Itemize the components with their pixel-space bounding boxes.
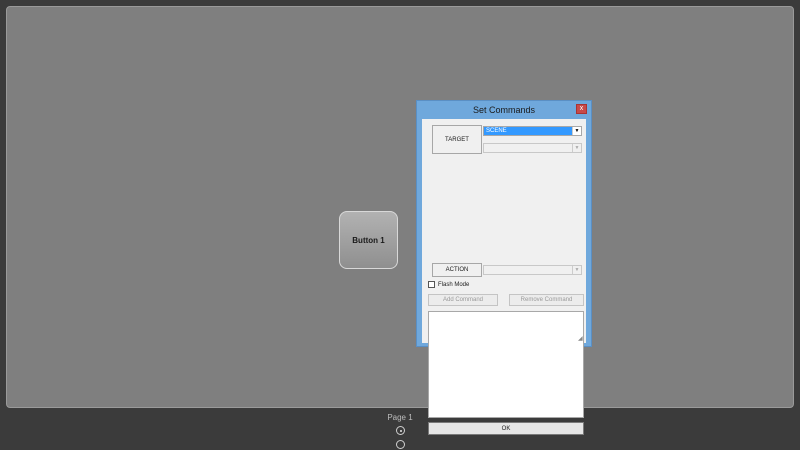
action-label: ACTION	[445, 267, 469, 273]
add-command-label: Add Command	[442, 297, 484, 303]
ok-button[interactable]: OK	[428, 422, 584, 435]
target-select-value: SCENE	[484, 127, 572, 135]
chevron-down-icon[interactable]: ▼	[572, 144, 581, 152]
page-canvas	[6, 6, 794, 408]
flash-mode-checkbox[interactable]	[428, 281, 435, 288]
target-sub-select[interactable]: ▼	[483, 143, 582, 153]
ok-label: OK	[501, 425, 511, 432]
dialog-titlebar[interactable]: Set Commands x	[417, 101, 591, 119]
chevron-down-icon[interactable]: ▼	[572, 266, 581, 274]
chevron-down-icon[interactable]: ▼	[572, 127, 581, 135]
page-dot[interactable]	[396, 440, 405, 449]
close-icon: x	[579, 105, 584, 112]
flash-mode-row[interactable]: Flash Mode	[428, 281, 469, 288]
dialog-title: Set Commands	[472, 105, 536, 115]
button-1[interactable]: Button 1	[339, 211, 398, 269]
target-sub-select-value	[484, 144, 572, 152]
remove-command-label: Remove Command	[520, 297, 573, 303]
action-select[interactable]: ▼	[483, 265, 582, 275]
page-dot-active[interactable]	[396, 426, 405, 435]
target-groupbox: TARGET	[432, 125, 482, 154]
set-commands-dialog: Set Commands x TARGET SCENE ▼ ▼ ACTION ▼…	[416, 100, 592, 435]
target-label: TARGET	[445, 136, 469, 143]
dialog-body: TARGET SCENE ▼ ▼ ACTION ▼ Flash Mode Add…	[422, 119, 586, 435]
add-command-button[interactable]: Add Command	[428, 294, 498, 306]
flash-mode-label: Flash Mode	[438, 281, 470, 288]
page-label: Page 1	[387, 413, 413, 422]
action-groupbox: ACTION	[432, 263, 482, 277]
button-1-label: Button 1	[352, 235, 385, 245]
close-button[interactable]: x	[576, 104, 587, 114]
command-list[interactable]	[428, 311, 584, 418]
action-select-value	[484, 266, 572, 274]
target-select[interactable]: SCENE ▼	[483, 126, 582, 136]
remove-command-button[interactable]: Remove Command	[509, 294, 584, 306]
resize-grip-icon[interactable]: ◢	[578, 335, 584, 342]
